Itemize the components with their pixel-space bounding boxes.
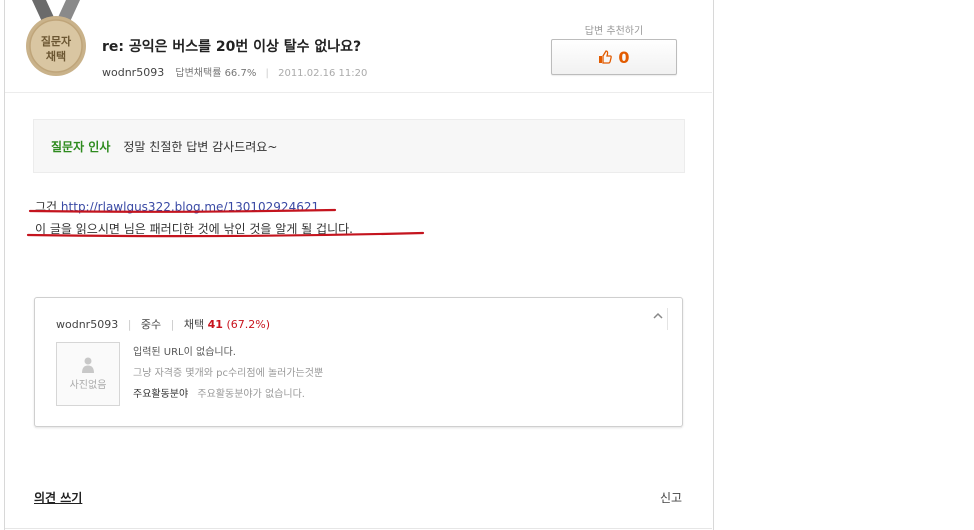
medal-label-line1: 질문자 [40, 35, 72, 48]
recommend-count: 0 [618, 47, 630, 67]
post-meta: wodnr5093 답변채택률 66.7% | 2011.02.16 11:20 [102, 64, 367, 79]
red-underline-annotation [26, 208, 425, 238]
person-icon [82, 357, 94, 373]
profile-intro: 그냥 자격증 몇개와 pc수리점에 놀러가는것뿐 [133, 368, 324, 379]
questioner-choice-medal: 질문자 채택 [24, 0, 88, 82]
profile-rank: 중수 [140, 318, 162, 331]
answer-panel [4, 0, 714, 530]
profile-url: 입력된 URL이 없습니다. [133, 347, 236, 358]
photo-caption: 사진없음 [69, 380, 107, 391]
profile-activity: 주요활동분야 주요활동분야가 없습니다. [133, 384, 323, 405]
profile-photo-placeholder: 사진없음 [56, 342, 120, 406]
meta-separator: | [265, 68, 269, 79]
profile-separator: | [170, 318, 175, 331]
report-link[interactable]: 신고 [660, 489, 682, 506]
profile-adopt-count: 41 [207, 318, 223, 331]
medal-label-line2: 채택 [45, 50, 67, 63]
bottom-divider [5, 528, 712, 529]
author-link[interactable]: wodnr5093 [102, 66, 164, 79]
profile-adopt-label: 채택 [183, 318, 205, 331]
greeting-label: 질문자 인사 [51, 139, 111, 154]
post-title: re: 공익은 버스를 20번 이상 탈수 없나요? [102, 39, 362, 55]
recommend-label: 답변 추천하기 [584, 26, 644, 37]
profile-info: 입력된 URL이 없습니다. 그냥 자격증 몇개와 pc수리점에 놀러가는것뿐 … [133, 342, 323, 405]
activity-label: 주요활동분야 [133, 389, 189, 400]
activity-value: 주요활동분야가 없습니다. [197, 389, 305, 400]
greeting-message: 정말 친절한 답변 감사드려요~ [123, 139, 278, 154]
post-date: 2011.02.16 11:20 [278, 68, 368, 79]
thumbs-up-icon [599, 50, 613, 64]
answerer-profile-card: wodnr5093 | 중수 | 채택 41 (67.2%) 사진없음 입력된 … [34, 297, 683, 427]
write-comment-link[interactable]: 의견 쓰기 [34, 489, 82, 506]
questioner-greeting: 질문자 인사 정말 친절한 답변 감사드려요~ [33, 119, 685, 173]
profile-adopt-pct: (67.2%) [226, 318, 270, 331]
profile-username[interactable]: wodnr5093 [56, 318, 118, 331]
medal-label: 질문자 채택 [24, 34, 88, 64]
collapse-chevron-up-icon[interactable] [650, 310, 666, 326]
header-divider [5, 92, 712, 93]
profile-header: wodnr5093 | 중수 | 채택 41 (67.2%) [56, 316, 270, 332]
profile-separator: | [127, 318, 132, 331]
profile-divider [35, 427, 682, 428]
collapse-divider [667, 308, 668, 330]
adoption-rate: 답변채택률 66.7% [175, 68, 257, 79]
recommend-button[interactable]: 0 [551, 39, 677, 75]
